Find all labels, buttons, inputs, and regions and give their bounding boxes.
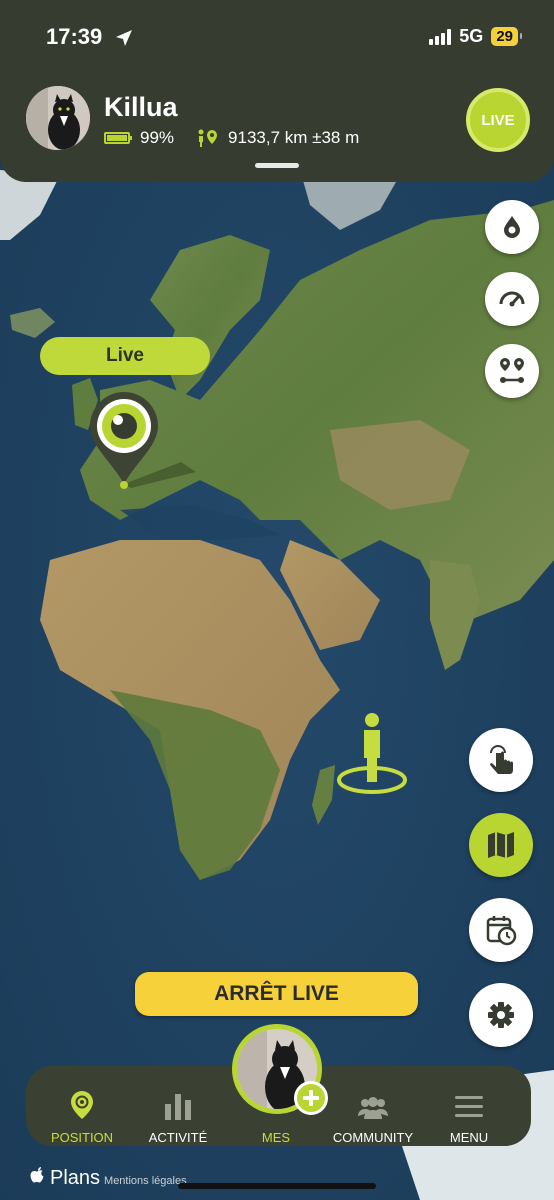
status-time: 17:39 <box>46 24 103 49</box>
pet-distance: 9133,7 km ±38 m <box>228 128 360 147</box>
route-icon <box>500 358 524 383</box>
add-pet-button[interactable] <box>294 1081 328 1115</box>
calendar-clock-icon <box>486 916 517 946</box>
history-button[interactable] <box>469 898 533 962</box>
live-badge[interactable]: LIVE <box>466 88 530 152</box>
pet-location-marker[interactable] <box>86 392 206 497</box>
network-type: 5G <box>459 26 484 46</box>
touch-button[interactable] <box>469 728 533 792</box>
hamburger-menu-icon <box>455 1096 483 1117</box>
nav-activity-label: ACTIVITÉ <box>148 1130 208 1145</box>
settings-button[interactable] <box>469 983 533 1047</box>
nav-menu[interactable]: MENU <box>419 1066 519 1146</box>
nav-community-label: COMMUNITY <box>332 1130 414 1145</box>
top-header: 17:39 5G 29 Killua 99% 9133,7 km ±38 m L… <box>0 0 554 182</box>
nav-menu-label: MENU <box>449 1130 489 1145</box>
stop-live-button[interactable]: ARRÊT LIVE <box>135 972 418 1016</box>
status-indicators: 5G 29 <box>429 26 522 47</box>
pet-battery: 99% <box>140 128 175 147</box>
map-attribution[interactable]: Plans Mentions légales <box>30 1166 187 1190</box>
signal-icon <box>429 28 452 45</box>
drop-icon <box>504 216 520 238</box>
nav-position-label: POSITION <box>50 1130 114 1145</box>
speed-button[interactable] <box>485 272 539 326</box>
map-icon <box>488 832 514 858</box>
nav-position[interactable]: POSITION <box>32 1066 132 1146</box>
pet-avatar[interactable] <box>26 86 90 150</box>
pet-name: Killua <box>104 92 178 122</box>
position-pin-icon <box>71 1091 93 1119</box>
bar-chart-icon <box>165 1094 191 1120</box>
nav-mine-label: MES <box>261 1130 291 1145</box>
gear-icon <box>488 1002 514 1028</box>
community-icon <box>358 1097 388 1119</box>
route-button[interactable] <box>485 344 539 398</box>
legal-link[interactable]: Mentions légales <box>104 1175 187 1187</box>
heatmap-button[interactable] <box>485 200 539 254</box>
drag-handle[interactable] <box>255 163 299 168</box>
distance-icon <box>198 129 218 147</box>
maps-brand: Plans <box>50 1167 101 1189</box>
location-arrow-icon <box>116 30 132 46</box>
nav-activity[interactable]: ACTIVITÉ <box>128 1066 228 1146</box>
person-pin-icon <box>337 713 407 794</box>
speedometer-icon <box>499 291 525 307</box>
nav-community[interactable]: COMMUNITY <box>321 1066 425 1146</box>
map-type-button[interactable] <box>469 813 533 877</box>
pet-stats: 99% 9133,7 km ±38 m <box>104 128 359 148</box>
home-indicator <box>178 1183 376 1189</box>
battery-level: 29 <box>491 27 522 46</box>
apple-logo-icon <box>30 1167 44 1183</box>
touch-icon <box>490 745 513 774</box>
cat-photo <box>26 86 90 150</box>
live-label: Live <box>40 337 210 375</box>
battery-icon <box>104 132 132 144</box>
user-location-marker[interactable] <box>334 710 410 803</box>
plus-icon <box>303 1090 319 1106</box>
